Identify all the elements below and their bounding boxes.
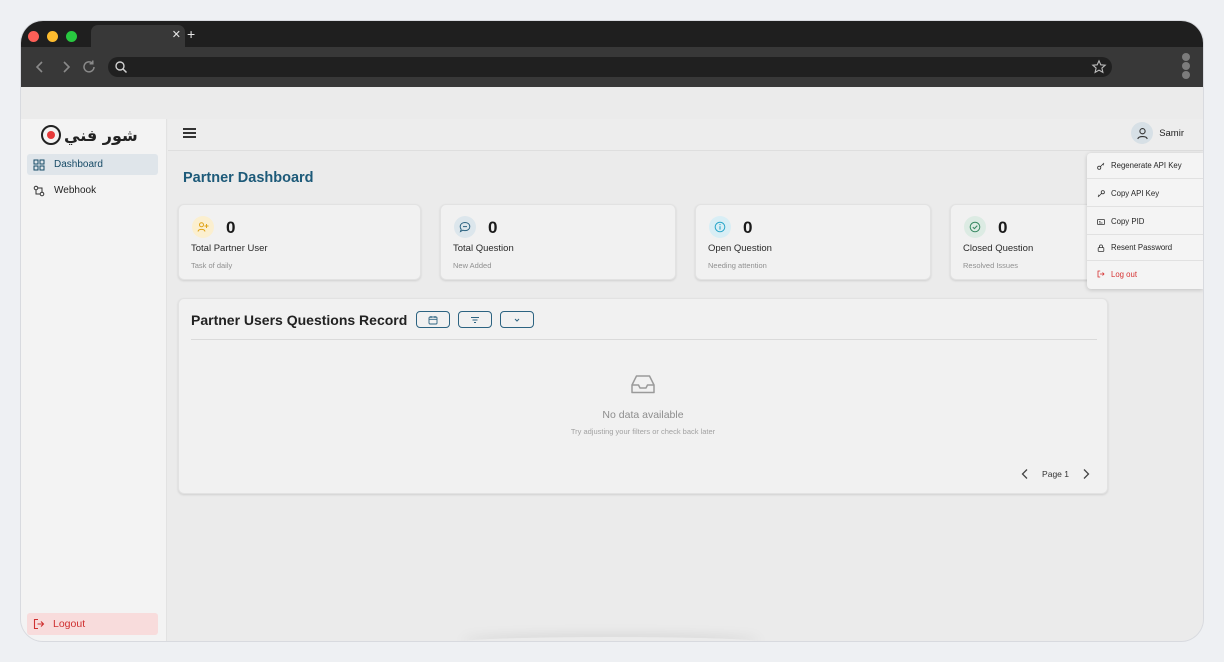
avatar [1131,122,1154,144]
minimize-window-button[interactable] [47,31,58,42]
decorative-shadow [461,637,761,641]
key-icon [1097,162,1105,170]
menu-item-label: Regenerate API Key [1111,161,1182,170]
browser-toolbar [21,47,1203,87]
hamburger-menu-icon[interactable] [183,128,196,140]
stat-value: 0 [998,218,1008,237]
dropdown-toggle-button[interactable] [500,311,534,328]
forward-icon[interactable] [57,58,75,76]
lock-icon [1097,244,1105,252]
user-icon [1136,127,1148,139]
user-menu-trigger[interactable]: Samir [1131,122,1184,144]
menu-item-label: Copy API Key [1111,189,1160,198]
logout-button[interactable]: Logout [27,613,158,635]
pagination: Page 1 [1020,468,1091,480]
divider [191,339,1097,340]
logo-badge-icon [41,125,61,145]
page-label: Page 1 [1042,469,1069,479]
menu-item-log-out[interactable]: Log out [1087,261,1203,287]
empty-inbox-icon [631,375,655,394]
logo-text: شور فني [64,125,138,145]
user-plus-icon [192,216,214,238]
bookmark-star-icon[interactable] [1091,59,1107,75]
maximize-window-button[interactable] [66,31,77,42]
calendar-icon [428,315,438,324]
stat-value: 0 [743,218,753,237]
close-window-button[interactable] [28,31,39,42]
records-title: Partner Users Questions Record [191,312,408,328]
sidebar-item-dashboard[interactable]: Dashboard [27,154,158,175]
webhook-icon [33,185,45,196]
page-viewport: شور فني Dashboard Webhook Logout Samir P… [21,87,1203,641]
stat-label: Total Partner User [191,243,268,254]
stat-card-total-partner-user: 0 Total Partner User Task of daily [178,204,421,280]
top-header: Samir [168,119,1203,151]
menu-item-label: Resent Password [1111,243,1173,252]
stat-card-closed-question: 0 Closed Question Resolved Issues [950,204,1100,280]
stat-label: Closed Question [963,243,1034,254]
logout-icon [1097,270,1105,278]
reload-icon[interactable] [80,58,98,76]
page-title: Partner Dashboard [183,170,314,186]
user-dropdown-menu: Regenerate API Key Copy API Key Copy PID… [1087,153,1203,289]
browser-tab[interactable]: ✕ [91,25,185,47]
menu-item-copy-api-key[interactable]: Copy API Key [1087,181,1203,207]
close-tab-icon[interactable]: ✕ [172,28,181,42]
previous-page-icon[interactable] [1020,468,1030,480]
chat-bubble-icon [454,216,476,238]
search-icon [115,61,128,74]
stat-card-open-question: 0 Open Question Needing attention [695,204,931,280]
logo: شور فني [41,123,138,147]
key-icon [1097,189,1105,197]
logout-icon [33,618,45,630]
stat-sub: Task of daily [191,261,233,270]
address-bar[interactable] [108,57,1112,77]
stat-value: 0 [226,218,236,237]
browser-window: ✕ + شور فني Dashboard Webhook Logout Sam… [21,21,1203,641]
menu-item-label: Log out [1111,269,1138,279]
menu-item-label: Copy PID [1111,217,1145,226]
id-card-icon [1097,218,1105,225]
browser-menu-icon[interactable] [1181,53,1191,79]
stat-label: Total Question [453,243,514,254]
stat-card-total-question: 0 Total Question New Added [440,204,676,280]
filter-icon [471,316,479,323]
sidebar-item-label: Webhook [54,185,97,196]
menu-item-regenerate-api-key[interactable]: Regenerate API Key [1087,153,1203,179]
info-circle-icon [709,216,731,238]
filter-button[interactable] [458,311,492,328]
stat-sub: Resolved Issues [963,261,1019,270]
new-tab-icon[interactable]: + [187,26,195,42]
empty-state-title: No data available [602,409,684,421]
stat-sub: New Added [453,261,492,270]
check-circle-icon [964,216,986,238]
next-page-icon[interactable] [1081,468,1091,480]
back-icon[interactable] [31,58,49,76]
sidebar-item-webhook[interactable]: Webhook [27,180,158,201]
empty-state-subtitle: Try adjusting your filters or check back… [570,427,716,436]
dashboard-grid-icon [33,159,45,170]
logout-label: Logout [53,618,86,630]
menu-item-resent-password[interactable]: Resent Password [1087,235,1203,261]
questions-record-panel: Partner Users Questions Record No data a… [178,298,1108,494]
chevron-down-icon [514,318,520,322]
stat-sub: Needing attention [708,261,767,270]
stat-label: Open Question [708,243,772,254]
stat-value: 0 [488,218,498,237]
menu-item-copy-pid[interactable]: Copy PID [1087,209,1203,235]
browser-tab-bar: ✕ + [21,21,1203,47]
date-filter-button[interactable] [416,311,450,328]
sidebar-item-label: Dashboard [54,159,103,170]
sidebar: شور فني Dashboard Webhook Logout [21,119,167,641]
user-name: Samir [1159,127,1184,139]
